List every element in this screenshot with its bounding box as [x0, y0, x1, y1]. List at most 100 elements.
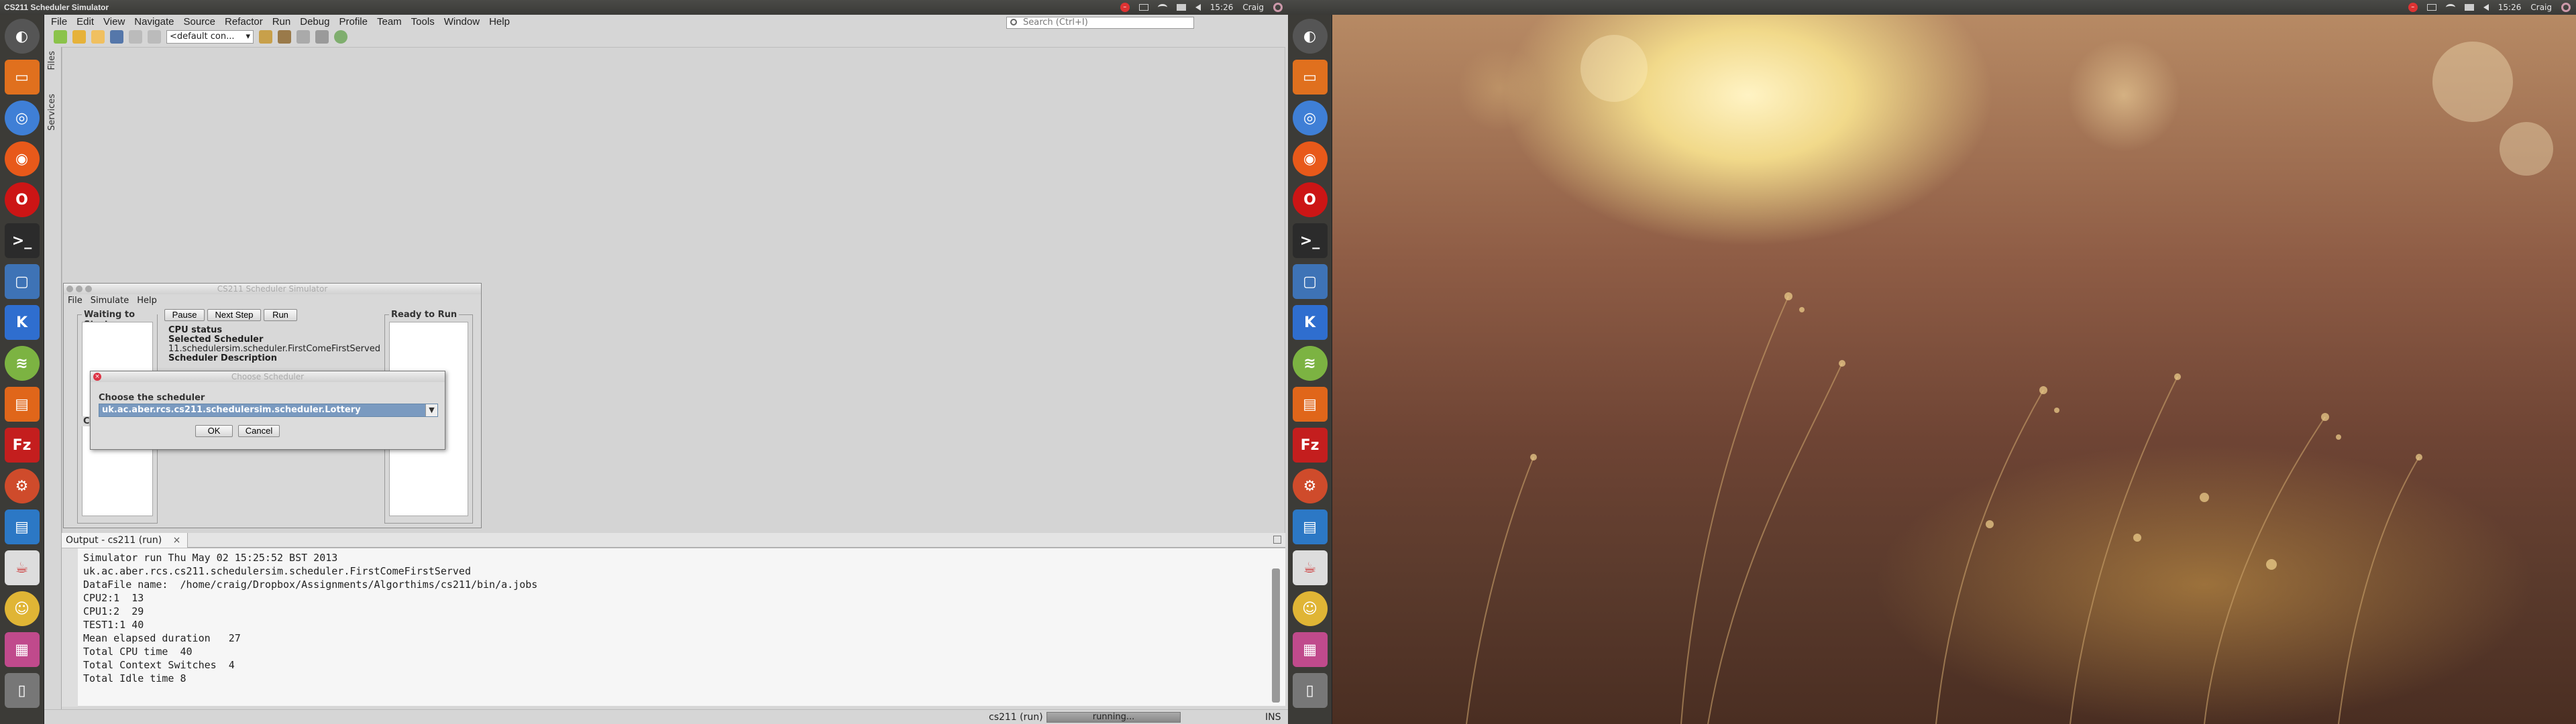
cancel-button[interactable]: Cancel	[238, 425, 280, 437]
simulator-titlebar[interactable]: CS211 Scheduler Simulator	[64, 284, 481, 294]
document-icon[interactable]: ▤	[1292, 509, 1328, 544]
menu-tools[interactable]: Tools	[411, 16, 435, 27]
wifi-icon[interactable]	[1157, 4, 1167, 11]
opera-icon[interactable]: O	[1292, 182, 1328, 217]
sim-menu-help[interactable]: Help	[137, 296, 157, 306]
gimp-icon[interactable]: ☺	[4, 591, 40, 626]
clean-build-icon[interactable]	[278, 30, 291, 44]
mail-icon[interactable]	[2464, 4, 2474, 11]
chromium-icon[interactable]: ◎	[1292, 101, 1328, 135]
settings-icon[interactable]: ⚙	[4, 469, 40, 503]
menu-window[interactable]: Window	[444, 16, 480, 27]
minimize-icon[interactable]	[76, 286, 83, 292]
build-icon[interactable]	[259, 30, 272, 44]
sim-menu-simulate[interactable]: Simulate	[91, 296, 129, 306]
virtualbox-icon[interactable]: ▢	[4, 264, 40, 299]
menu-navigate[interactable]: Navigate	[134, 16, 174, 27]
run-button[interactable]: Run	[264, 309, 297, 321]
workspace-icon[interactable]: ▦	[1292, 632, 1328, 667]
output-scrollbar[interactable]	[1272, 568, 1280, 703]
run-icon[interactable]	[297, 30, 310, 44]
output-console[interactable]: Simulator run Thu May 02 15:25:52 BST 20…	[62, 548, 1285, 707]
menu-edit[interactable]: Edit	[76, 16, 94, 27]
scheduler-select[interactable]: uk.ac.aber.rcs.cs211.schedulersim.schedu…	[99, 404, 438, 417]
mail-icon[interactable]	[1176, 4, 1186, 11]
clock[interactable]: 15:26	[1210, 3, 1234, 12]
volume-icon[interactable]	[1195, 4, 1201, 11]
configuration-select[interactable]: <default con...	[166, 30, 254, 44]
wifi-icon[interactable]	[2445, 4, 2455, 11]
session-gear-icon[interactable]	[1273, 3, 1283, 12]
settings-icon[interactable]: ⚙	[1292, 469, 1328, 503]
firefox-icon[interactable]: ◉	[1292, 141, 1328, 176]
trash-icon[interactable]: ▯	[1292, 673, 1328, 708]
menu-file[interactable]: File	[51, 16, 67, 27]
terminal-icon[interactable]: >_	[1292, 223, 1328, 258]
spotify-icon[interactable]: ≋	[4, 346, 40, 381]
tab-files[interactable]: Files	[47, 51, 57, 70]
user-menu[interactable]: Craig	[2530, 3, 2552, 12]
stop-icon[interactable]: –	[1120, 3, 1130, 12]
clock[interactable]: 15:26	[2498, 3, 2522, 12]
save-all-icon[interactable]	[110, 30, 123, 44]
ok-button[interactable]: OK	[195, 425, 233, 437]
menu-help[interactable]: Help	[489, 16, 510, 27]
status-progress[interactable]: running...	[1046, 712, 1181, 723]
kde-icon[interactable]: K	[4, 305, 40, 340]
menu-run[interactable]: Run	[272, 16, 291, 27]
java-icon[interactable]: ☕	[4, 550, 40, 585]
menu-profile[interactable]: Profile	[339, 16, 368, 27]
ubuntu-software-icon[interactable]: ▤	[4, 387, 40, 422]
menu-source[interactable]: Source	[183, 16, 215, 27]
spotify-icon[interactable]: ≋	[1292, 346, 1328, 381]
trash-icon[interactable]: ▯	[4, 673, 40, 708]
close-icon[interactable]: ×	[93, 373, 101, 381]
chromium-icon[interactable]: ◎	[4, 101, 40, 135]
minimize-icon[interactable]	[1273, 536, 1281, 544]
status-project[interactable]: cs211 (run)	[989, 712, 1043, 723]
session-gear-icon[interactable]	[2561, 3, 2571, 12]
kde-icon[interactable]: K	[1292, 305, 1328, 340]
firefox-icon[interactable]: ◉	[4, 141, 40, 176]
keyboard-icon[interactable]	[1138, 4, 1148, 11]
menu-view[interactable]: View	[103, 16, 125, 27]
files-icon[interactable]: ▭	[1292, 60, 1328, 95]
dash-icon[interactable]: ◐	[4, 19, 40, 54]
terminal-icon[interactable]: >_	[4, 223, 40, 258]
sim-menu-file[interactable]: File	[68, 296, 83, 306]
stop-icon[interactable]: –	[2408, 3, 2418, 12]
tab-services[interactable]: Services	[47, 94, 57, 131]
dialog-titlebar[interactable]: × Choose Scheduler	[91, 371, 445, 382]
chevron-down-icon[interactable]: ▼	[425, 404, 437, 416]
undo-icon[interactable]	[129, 30, 142, 44]
tab-output[interactable]: Output - cs211 (run) ×	[62, 532, 189, 548]
user-menu[interactable]: Craig	[1242, 3, 1264, 12]
gimp-icon[interactable]: ☺	[1292, 591, 1328, 626]
menu-refactor[interactable]: Refactor	[225, 16, 263, 27]
close-icon[interactable]	[66, 286, 73, 292]
filezilla-icon[interactable]: Fz	[4, 428, 40, 463]
workspace-icon[interactable]: ▦	[4, 632, 40, 667]
redo-icon[interactable]	[148, 30, 161, 44]
debug-icon[interactable]	[315, 30, 329, 44]
menu-team[interactable]: Team	[377, 16, 402, 27]
pause-button[interactable]: Pause	[164, 309, 205, 321]
keyboard-icon[interactable]	[2426, 4, 2436, 11]
search-input[interactable]: Search (Ctrl+I)	[1006, 17, 1194, 29]
ubuntu-software-icon[interactable]: ▤	[1292, 387, 1328, 422]
filezilla-icon[interactable]: Fz	[1292, 428, 1328, 463]
profile-icon[interactable]	[334, 30, 347, 44]
opera-icon[interactable]: O	[4, 182, 40, 217]
virtualbox-icon[interactable]: ▢	[1292, 264, 1328, 299]
maximize-icon[interactable]	[85, 286, 92, 292]
volume-icon[interactable]	[2483, 4, 2489, 11]
document-icon[interactable]: ▤	[4, 509, 40, 544]
next-step-button[interactable]: Next Step	[207, 309, 261, 321]
menu-debug[interactable]: Debug	[300, 16, 329, 27]
new-file-icon[interactable]	[54, 30, 67, 44]
dash-icon[interactable]: ◐	[1292, 19, 1328, 54]
java-icon[interactable]: ☕	[1292, 550, 1328, 585]
new-project-icon[interactable]	[72, 30, 86, 44]
close-icon[interactable]: ×	[173, 535, 181, 546]
files-icon[interactable]: ▭	[4, 60, 40, 95]
